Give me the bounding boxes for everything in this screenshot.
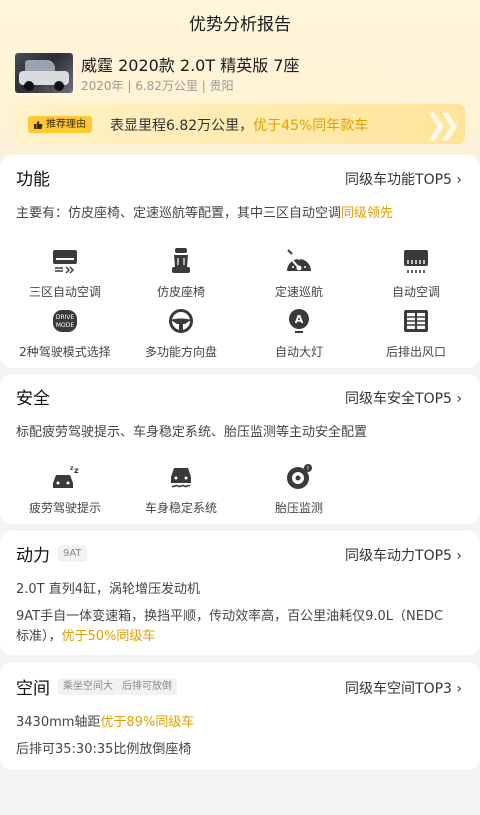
climate-icon [398, 246, 434, 276]
page-title: 优势分析报告 [189, 15, 291, 35]
feature-label: 自动空调 [391, 285, 440, 299]
feature-label: 定速巡航 [274, 285, 323, 299]
space-highlight: 优于89%同级车 [100, 715, 195, 730]
feature-item[interactable]: ! 胎压监测 [239, 462, 359, 516]
speedometer-icon [281, 246, 317, 276]
space-line-1: 3430mm轴距优于89%同级车 [16, 715, 195, 730]
car-meta: 2020年 | 6.82万公里 | 贵阳 [81, 79, 234, 93]
feature-item[interactable]: 定速巡航 [239, 246, 359, 300]
safety-desc: 标配疲劳驾驶提示、车身稳定系统、胎压监测等主动安全配置 [16, 425, 368, 440]
feature-label: 仿皮座椅 [156, 285, 205, 299]
feature-item[interactable]: 自动空调 [356, 246, 476, 300]
feature-item[interactable]: A 自动大灯 [239, 306, 359, 360]
safety-card: 安全 同级车安全TOP5 › 标配疲劳驾驶提示、车身稳定系统、胎压监测等主动安全… [0, 374, 480, 524]
safety-title: 安全 [16, 389, 50, 409]
recommend-reason-box: 推荐理由 表显里程6.82万公里，优于45%同年款车 ❯❯ [15, 104, 465, 144]
fatigue-icon: zz [47, 462, 83, 492]
svg-text:DRIVE: DRIVE [56, 314, 75, 321]
function-desc-highlight: 同级领先 [341, 206, 394, 221]
feature-label: 疲劳驾驶提示 [28, 501, 101, 515]
feature-item[interactable]: 车身稳定系统 [121, 462, 241, 516]
svg-text:!: ! [307, 466, 309, 473]
seat-icon [163, 246, 199, 276]
recommend-highlight: 优于45%同年款车 [253, 118, 369, 134]
headlight-icon: A [281, 306, 317, 336]
recommend-text: 表显里程6.82万公里，优于45%同年款车 [110, 118, 369, 134]
power-highlight: 优于50%同级车 [61, 629, 156, 644]
feature-label: 多功能方向盘 [144, 345, 217, 359]
space-tag: 乘坐空间大 [58, 678, 118, 695]
power-line-2: 9AT手自一体变速箱，换挡平顺，传动效率高，百公里油耗仅9.0L（NEDC [16, 609, 444, 624]
feature-label: 三区自动空调 [28, 285, 101, 299]
drive-mode-icon: DRIVE MODE [47, 306, 83, 336]
function-title: 功能 [16, 170, 50, 190]
power-top5-link[interactable]: 同级车动力TOP5 › [345, 545, 462, 565]
chevron-decoration-icon: ❯❯ [424, 108, 461, 141]
function-top5-link[interactable]: 同级车功能TOP5 › [345, 169, 462, 189]
thumbs-up-icon [33, 120, 43, 130]
recommend-badge: 推荐理由 [28, 116, 92, 133]
car-name: 威霆 2020款 2.0T 精英版 7座 [81, 56, 300, 75]
feature-item[interactable]: 三区自动空调 [5, 246, 125, 300]
steering-wheel-icon [163, 306, 199, 336]
power-line-3: 标准），优于50%同级车 [16, 629, 156, 644]
svg-text:MODE: MODE [56, 322, 75, 329]
svg-text:z: z [70, 465, 74, 472]
space-title: 空间 [16, 679, 50, 699]
power-card: 动力 9AT 同级车动力TOP5 › 2.0T 直列4缸，涡轮增压发动机 9AT… [0, 531, 480, 655]
feature-label: 车身稳定系统 [144, 501, 217, 515]
feature-item[interactable]: 仿皮座椅 [121, 246, 241, 300]
feature-item[interactable]: 后排出风口 [356, 306, 476, 360]
feature-label: 后排出风口 [385, 345, 446, 359]
power-title: 动力 [16, 546, 50, 566]
tire-pressure-icon: ! [281, 462, 317, 492]
feature-label: 胎压监测 [274, 501, 323, 515]
feature-item[interactable]: 多功能方向盘 [121, 306, 241, 360]
feature-label: 自动大灯 [274, 345, 323, 359]
power-line-1: 2.0T 直列4缸，涡轮增压发动机 [16, 582, 201, 597]
function-desc: 主要有：仿皮座椅、定速巡航等配置，其中三区自动空调同级领先 [16, 206, 394, 221]
stability-icon [163, 462, 199, 492]
function-card: 功能 同级车功能TOP5 › 主要有：仿皮座椅、定速巡航等配置，其中三区自动空调… [0, 155, 480, 368]
feature-label: 2种驾驶模式选择 [19, 345, 111, 359]
car-thumbnail[interactable] [15, 53, 73, 93]
space-line-2: 后排可35:30:35比例放倒座椅 [16, 742, 192, 757]
recommend-badge-label: 推荐理由 [46, 119, 86, 130]
space-card: 空间 乘坐空间大 后排可放倒 同级车空间TOP3 › 3430mm轴距优于89%… [0, 662, 480, 770]
air-conditioner-icon [47, 246, 83, 276]
space-tag: 后排可放倒 [117, 678, 177, 695]
svg-text:A: A [295, 313, 304, 326]
safety-top5-link[interactable]: 同级车安全TOP5 › [345, 388, 462, 408]
feature-item[interactable]: DRIVE MODE 2种驾驶模式选择 [5, 306, 125, 360]
space-top3-link[interactable]: 同级车空间TOP3 › [345, 678, 462, 698]
feature-item[interactable]: zz 疲劳驾驶提示 [5, 462, 125, 516]
rear-vent-icon [398, 306, 434, 336]
svg-text:z: z [74, 466, 79, 475]
power-tag: 9AT [58, 545, 87, 562]
